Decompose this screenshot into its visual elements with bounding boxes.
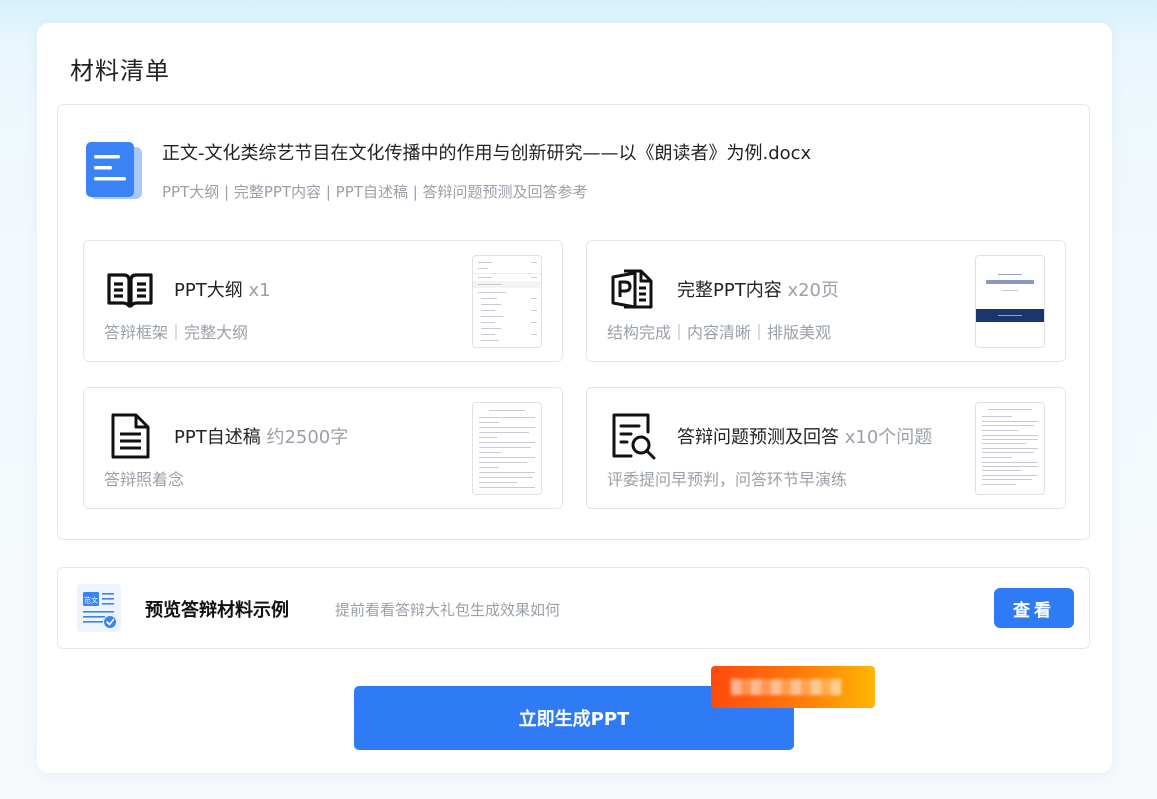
item-description: 结构完成｜内容清晰｜排版美观 <box>607 323 832 342</box>
script-thumbnail <box>472 402 542 495</box>
preview-subtitle: 提前看看答辩大礼包生成效果如何 <box>335 601 561 619</box>
item-ppt-script[interactable]: PPT自述稿 约2500字 答辩照着念 <box>83 387 563 509</box>
preview-sample-row: 范文 预览答辩材料示例 提前看看答辩大礼包生成效果如何 查看 <box>57 567 1090 649</box>
item-title: PPT自述稿 约2500字 <box>174 427 349 448</box>
qa-thumbnail <box>975 402 1045 495</box>
item-title: 完整PPT内容 x20页 <box>677 280 840 301</box>
search-document-icon <box>609 412 657 460</box>
open-book-icon <box>106 265 154 313</box>
materials-list: 正文-文化类综艺节目在文化传播中的作用与创新研究——以《朗读者》为例.docx … <box>57 104 1090 540</box>
item-qa-prediction[interactable]: 答辩问题预测及回答 x10个问题 评委提问早预判，问答环节早演练 <box>586 387 1066 509</box>
item-ppt-outline[interactable]: PPT大纲 x1 答辩框架｜完整大纲 <box>83 240 563 362</box>
item-full-ppt[interactable]: 完整PPT内容 x20页 结构完成｜内容清晰｜排版美观 <box>586 240 1066 362</box>
ppt-file-icon <box>609 265 657 313</box>
materials-card: 材料清单 正文-文化类综艺节目在文化传播中的作用与创新研究——以《朗读者》为例.… <box>37 23 1112 773</box>
preview-title: 预览答辩材料示例 <box>145 600 289 621</box>
outline-thumbnail <box>472 255 542 348</box>
promo-badge-blurred-text <box>731 679 841 695</box>
document-filename: 正文-文化类综艺节目在文化传播中的作用与创新研究——以《朗读者》为例.docx <box>162 143 812 164</box>
item-description: 评委提问早预判，问答环节早演练 <box>607 470 848 489</box>
text-file-icon <box>106 412 154 460</box>
document-icon <box>84 139 144 201</box>
document-subtitle: PPT大纲 | 完整PPT内容 | PPT自述稿 | 答辩问题预测及回答参考 <box>162 183 588 201</box>
item-description: 答辩框架｜完整大纲 <box>104 323 249 342</box>
view-sample-button[interactable]: 查看 <box>994 588 1074 628</box>
item-title: PPT大纲 x1 <box>174 280 271 301</box>
promo-badge <box>711 666 875 708</box>
card-title: 材料清单 <box>70 57 170 85</box>
item-description: 答辩照着念 <box>104 470 185 489</box>
item-title: 答辩问题预测及回答 x10个问题 <box>677 427 933 448</box>
sample-icon-label: 范文 <box>84 596 98 605</box>
sample-document-icon: 范文 <box>77 584 121 632</box>
ppt-thumbnail <box>975 255 1045 348</box>
